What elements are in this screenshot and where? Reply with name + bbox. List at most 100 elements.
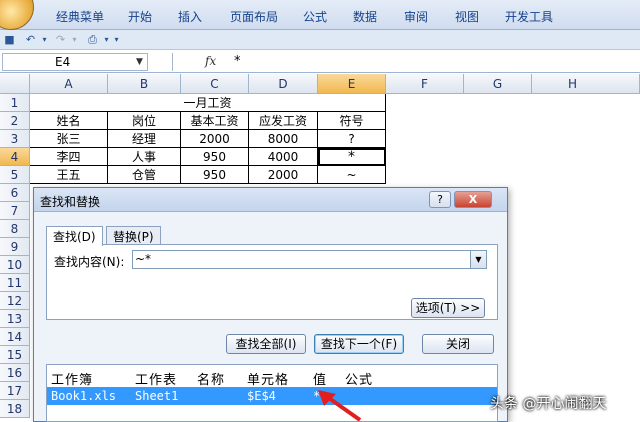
column-header-c[interactable]: C [181,74,249,94]
find-next-button[interactable]: 查找下一个(F) [314,334,404,354]
office-button[interactable] [0,0,34,30]
row-header-16[interactable]: 16 [0,364,30,382]
col-header-worksheet[interactable]: 工作表 [135,369,177,388]
redo-dropdown-icon[interactable]: ▾ [68,33,81,46]
tab-formulas[interactable]: 公式 [303,8,327,25]
col-header-value[interactable]: 值 [313,369,327,388]
cell-a3[interactable]: 张三 [30,130,108,148]
column-header-b[interactable]: B [108,74,181,94]
row-header-12[interactable]: 12 [0,292,30,310]
row-header-13[interactable]: 13 [0,310,30,328]
cell-e5[interactable]: ~ [318,166,386,184]
function-icon[interactable]: fx [205,54,216,68]
undo-dropdown-icon[interactable]: ▾ [38,33,51,46]
column-header-d[interactable]: D [249,74,318,94]
row-header-15[interactable]: 15 [0,346,30,364]
cell-b5[interactable]: 仓管 [108,166,181,184]
dialog-title-bar[interactable]: 查找和替换 ? X [34,188,507,212]
quick-access-toolbar: ■ ↶ ▾ ↷ ▾ ⎙ ▾ ▾ [0,30,640,50]
close-icon[interactable]: X [454,191,492,208]
tab-home[interactable]: 开始 [128,8,152,25]
formula-input[interactable]: * [234,54,241,69]
tab-replace[interactable]: 替换(P) [106,226,161,245]
name-box-dropdown-icon[interactable]: ▼ [136,57,143,67]
cell-e4-active[interactable]: * [318,148,386,166]
tab-page-layout[interactable]: 页面布局 [230,8,278,25]
cell-c4[interactable]: 950 [181,148,249,166]
save-icon[interactable]: ■ [3,33,16,46]
chevron-down-icon[interactable]: ▼ [470,251,486,268]
header-name-cell[interactable]: 姓名 [30,112,108,130]
watermark: 头条 @开心闹翻天 [490,396,607,412]
ribbon: 经典菜单 开始 插入 页面布局 公式 数据 审阅 视图 开发工具 [0,0,640,30]
col-header-workbook[interactable]: 工作簿 [51,369,93,388]
customize-qat-icon[interactable]: ▾ [110,33,123,46]
cell-a4[interactable]: 李四 [30,148,108,166]
row-header-9[interactable]: 9 [0,238,30,256]
cell-d4[interactable]: 4000 [249,148,318,166]
header-gross-salary-cell[interactable]: 应发工资 [249,112,318,130]
help-button[interactable]: ? [429,191,451,208]
cell-e3[interactable]: ? [318,130,386,148]
row-header-5[interactable]: 5 [0,166,30,184]
dialog-title: 查找和替换 [40,195,101,209]
col-header-name[interactable]: 名称 [197,369,225,388]
select-all-corner[interactable] [0,74,30,94]
name-box[interactable]: E4 [2,53,148,71]
column-header-e[interactable]: E [318,74,386,94]
formula-bar: E4 ▼ fx * [0,51,640,73]
column-header-a[interactable]: A [30,74,108,94]
tab-review[interactable]: 审阅 [404,8,428,25]
header-symbol-cell[interactable]: 符号 [318,112,386,130]
result-workbook: Book1.xls [51,389,117,403]
cell-a5[interactable]: 王五 [30,166,108,184]
tab-find[interactable]: 查找(D) [46,226,103,246]
cell-b4[interactable]: 人事 [108,148,181,166]
result-worksheet: Sheet1 [135,389,179,403]
cell-c3[interactable]: 2000 [181,130,249,148]
result-row[interactable]: Book1.xls Sheet1 $E$4 * [47,387,497,405]
row-header-11[interactable]: 11 [0,274,30,292]
row-header-17[interactable]: 17 [0,382,30,400]
options-button[interactable]: 选项(T) >> [411,298,485,318]
tab-insert[interactable]: 插入 [178,8,202,25]
column-header-g[interactable]: G [464,74,532,94]
find-what-label: 查找内容(N): [54,255,125,269]
cell-b3[interactable]: 经理 [108,130,181,148]
tab-developer[interactable]: 开发工具 [505,8,553,25]
row-header-4[interactable]: 4 [0,148,30,166]
header-base-salary-cell[interactable]: 基本工资 [181,112,249,130]
results-list: 工作簿 工作表 名称 单元格 值 公式 Book1.xls Sheet1 $E$… [46,364,498,422]
cell-d3[interactable]: 8000 [249,130,318,148]
undo-icon[interactable]: ↶ [24,33,37,46]
col-header-cell[interactable]: 单元格 [247,369,289,388]
col-header-formula[interactable]: 公式 [345,369,373,388]
tab-classic-menu[interactable]: 经典菜单 [56,8,104,25]
result-cell: $E$4 [247,389,276,403]
row-header-7[interactable]: 7 [0,202,30,220]
cell-c5[interactable]: 950 [181,166,249,184]
row-header-6[interactable]: 6 [0,184,30,202]
print-preview-icon[interactable]: ⎙ [86,33,99,46]
close-button[interactable]: 关闭 [422,334,494,354]
header-position-cell[interactable]: 岗位 [108,112,181,130]
row-header-18[interactable]: 18 [0,400,30,418]
redo-icon[interactable]: ↷ [54,33,67,46]
row-header-8[interactable]: 8 [0,220,30,238]
tab-view[interactable]: 视图 [455,8,479,25]
find-replace-dialog: 查找和替换 ? X 查找(D) 替换(P) 查找内容(N): ~* ▼ 选项(T… [33,187,508,422]
row-header-14[interactable]: 14 [0,328,30,346]
find-all-button[interactable]: 查找全部(I) [226,334,306,354]
row-header-1[interactable]: 1 [0,94,30,112]
tab-data[interactable]: 数据 [353,8,377,25]
column-header-h[interactable]: H [532,74,640,94]
red-arrow-annotation [318,390,362,422]
row-header-10[interactable]: 10 [0,256,30,274]
find-what-input[interactable]: ~* ▼ [132,250,487,269]
sheet-title-cell[interactable]: 一月工资 [30,94,386,112]
row-header-2[interactable]: 2 [0,112,30,130]
row-header-3[interactable]: 3 [0,130,30,148]
cell-d5[interactable]: 2000 [249,166,318,184]
column-header-f[interactable]: F [386,74,464,94]
find-what-value: ~* [135,252,152,266]
